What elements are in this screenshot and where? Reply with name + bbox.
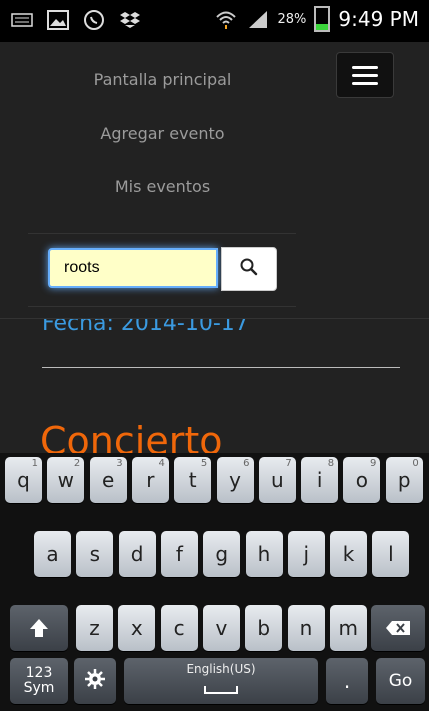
symbols-key[interactable]: 123 Sym — [10, 658, 68, 704]
clock: 9:49 PM — [338, 7, 419, 31]
search-icon — [239, 257, 259, 281]
search-input[interactable] — [48, 248, 218, 288]
navbar-expanded: Pantalla principal Agregar evento Mis ev… — [0, 42, 429, 316]
key-label: e — [101, 468, 115, 492]
hamburger-bar — [352, 65, 378, 69]
key-b[interactable]: b — [245, 605, 283, 651]
key-label: l — [388, 542, 394, 566]
key-q[interactable]: q1 — [5, 457, 42, 503]
nav-link-home[interactable]: Pantalla principal — [0, 70, 325, 89]
key-label: x — [130, 616, 143, 640]
on-screen-keyboard: q1w2e3r4t5y6u7i8o9p0 asdfghjkl zxcvbnm 1… — [0, 453, 429, 711]
key-label: z — [89, 616, 100, 640]
key-label: f — [175, 542, 183, 566]
period-key[interactable]: . — [326, 658, 368, 704]
navbar-toggle-button[interactable] — [336, 52, 394, 98]
key-label: j — [303, 542, 310, 566]
key-t[interactable]: t5 — [174, 457, 212, 503]
key-label: s — [89, 542, 100, 566]
key-number-hint: 1 — [31, 458, 38, 469]
key-label: h — [257, 542, 271, 566]
key-label: y — [229, 468, 241, 492]
key-z[interactable]: z — [76, 605, 113, 651]
key-g[interactable]: g — [203, 531, 241, 577]
hamburger-bar — [352, 73, 378, 77]
key-l[interactable]: l — [372, 531, 410, 577]
whatsapp-icon — [82, 8, 106, 32]
key-label: n — [299, 616, 313, 640]
key-number-hint: 6 — [243, 458, 250, 469]
key-label: r — [146, 468, 155, 492]
key-s[interactable]: s — [76, 531, 114, 577]
nav-link-add-event[interactable]: Agregar evento — [0, 124, 325, 143]
event-list: Fecha: 2014-10-17 Concierto — [0, 318, 429, 458]
key-r[interactable]: r4 — [131, 457, 169, 503]
status-bar: 28% 9:49 PM — [0, 0, 429, 42]
key-number-hint: 5 — [200, 458, 208, 469]
key-label: c — [173, 616, 185, 640]
key-a[interactable]: a — [34, 531, 71, 577]
dropbox-icon — [118, 8, 142, 32]
key-label: t — [188, 468, 197, 492]
key-n[interactable]: n — [287, 605, 325, 651]
key-number-hint: 7 — [285, 458, 292, 469]
key-label: g — [215, 542, 229, 566]
shift-key[interactable] — [10, 605, 68, 651]
gear-icon — [84, 668, 106, 695]
key-label: a — [46, 542, 59, 566]
notification-icons — [10, 8, 142, 32]
key-j[interactable]: j — [287, 531, 325, 577]
key-y[interactable]: y6 — [216, 457, 254, 503]
key-p[interactable]: p0 — [385, 457, 423, 503]
space-key[interactable]: English(US) — [124, 658, 318, 704]
nav-link-my-events[interactable]: Mis eventos — [0, 177, 325, 196]
battery-percentage: 28% — [277, 11, 307, 27]
key-o[interactable]: o9 — [343, 457, 381, 503]
battery-icon — [314, 6, 331, 32]
key-label: b — [257, 616, 271, 640]
key-label: d — [130, 542, 144, 566]
spacebar-icon — [204, 676, 238, 700]
keyboard-notification-icon — [10, 8, 34, 32]
hamburger-bar — [352, 81, 378, 85]
gallery-icon — [46, 8, 70, 32]
key-label: v — [215, 616, 228, 640]
key-label: m — [338, 616, 359, 640]
key-f[interactable]: f — [160, 531, 198, 577]
go-key[interactable]: Go — [376, 658, 425, 704]
key-label: k — [342, 542, 355, 566]
key-c[interactable]: c — [160, 605, 198, 651]
search-button[interactable] — [221, 247, 277, 291]
signal-icon — [246, 7, 270, 31]
search-form — [28, 233, 296, 307]
key-number-hint: 3 — [116, 458, 123, 469]
wifi-icon — [214, 7, 238, 31]
key-number-hint: 2 — [73, 458, 81, 469]
settings-key[interactable] — [74, 658, 116, 704]
key-i[interactable]: i8 — [301, 457, 339, 503]
key-k[interactable]: k — [330, 531, 368, 577]
key-label: u — [270, 468, 284, 492]
key-label: o — [355, 468, 369, 492]
key-number-hint: 4 — [158, 458, 165, 469]
key-label: i — [316, 468, 323, 492]
key-label: p — [397, 468, 411, 492]
space-key-language: English(US) — [186, 662, 256, 676]
key-number-hint: 8 — [327, 458, 335, 469]
key-h[interactable]: h — [245, 531, 283, 577]
divider — [42, 367, 400, 368]
key-label: w — [57, 468, 74, 492]
event-date: Fecha: 2014-10-17 — [42, 318, 249, 336]
key-e[interactable]: e3 — [89, 457, 127, 503]
key-number-hint: 9 — [370, 458, 377, 469]
key-number-hint: 0 — [412, 458, 419, 469]
key-label: q — [17, 468, 30, 492]
key-x[interactable]: x — [118, 605, 156, 651]
key-w[interactable]: w2 — [47, 457, 85, 503]
key-m[interactable]: m — [329, 605, 367, 651]
backspace-key[interactable] — [371, 605, 425, 651]
key-v[interactable]: v — [202, 605, 240, 651]
key-d[interactable]: d — [118, 531, 156, 577]
key-u[interactable]: u7 — [258, 457, 296, 503]
